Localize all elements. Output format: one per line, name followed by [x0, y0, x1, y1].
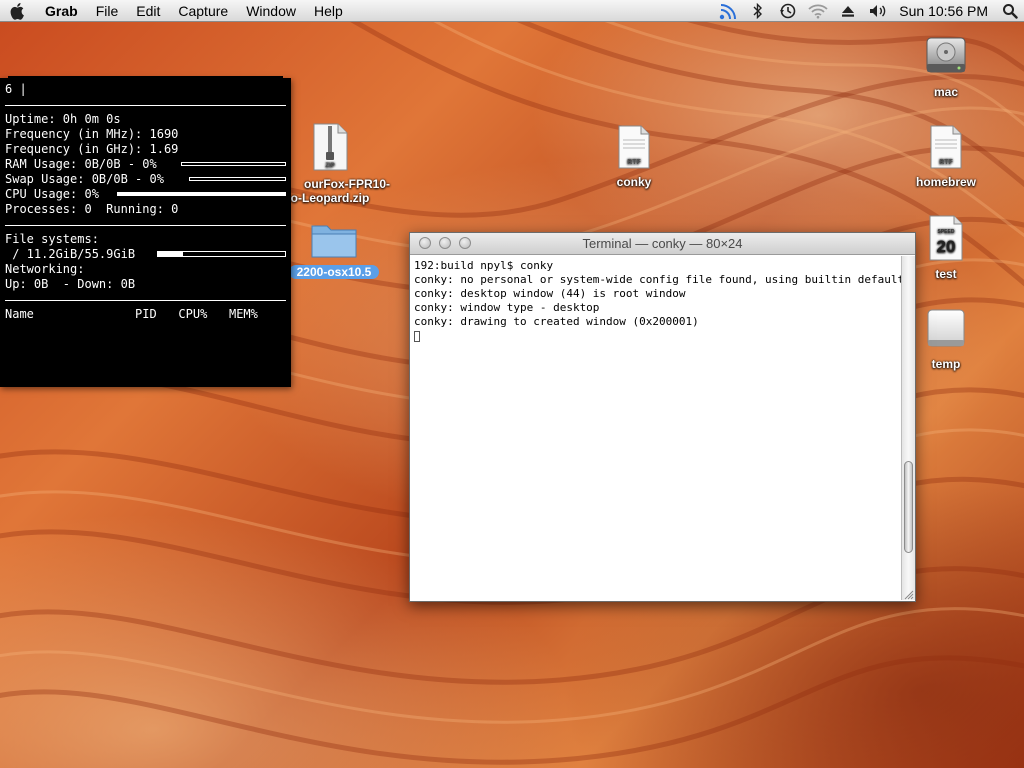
scrollbar-thumb[interactable]	[904, 461, 913, 553]
desktop: Grab File Edit Capture Window Help Sun 1…	[0, 0, 1024, 768]
conky-network-usage: Up: 0B - Down: 0B	[5, 277, 136, 291]
desktop-icon-label: mac	[933, 85, 959, 99]
desktop-icon-temp-drive[interactable]: temp	[906, 306, 986, 371]
conky-ram-usage: RAM Usage: 0B/0B - 0%	[5, 157, 157, 171]
menu-help[interactable]: Help	[305, 0, 352, 22]
terminal-line: 192:build npyl$ conky	[414, 259, 554, 272]
menu-app-grab[interactable]: Grab	[36, 0, 87, 22]
desktop-icon-homebrew-rtf[interactable]: RTF homebrew	[906, 124, 986, 189]
conky-cpu-usage: CPU Usage: 0%	[5, 187, 99, 201]
terminal-line: conky: desktop window (44) is root windo…	[414, 287, 686, 300]
external-drive-icon	[927, 309, 965, 347]
apple-menu-icon[interactable]	[0, 2, 36, 20]
resize-grip-icon[interactable]	[903, 589, 914, 600]
conky-uptime: Uptime: 0h 0m 0s	[5, 112, 121, 126]
terminal-line: conky: no personal or system-wide config…	[414, 273, 905, 286]
desktop-icon-folder[interactable]: 2200-osx10.5	[284, 220, 384, 279]
conky-swap-bar	[189, 177, 286, 181]
desktop-icon-label: 2200-osx10.5	[288, 265, 380, 279]
menu-edit[interactable]: Edit	[127, 0, 169, 22]
time-machine-icon[interactable]	[773, 0, 803, 22]
conky-swap-usage: Swap Usage: 0B/0B - 0%	[5, 172, 164, 186]
menu-window[interactable]: Window	[237, 0, 305, 22]
terminal-scrollbar[interactable]	[901, 256, 915, 600]
wifi-icon[interactable]	[803, 0, 833, 22]
desktop-icon-label: temp	[931, 357, 961, 371]
conky-divider	[5, 105, 286, 106]
rtf-document-icon: RTF	[930, 125, 962, 169]
conky-divider	[5, 225, 286, 226]
menu-bar: Grab File Edit Capture Window Help Sun 1…	[0, 0, 1024, 22]
bluetooth-icon[interactable]	[743, 0, 773, 22]
conky-frequency-ghz: Frequency (in GHz): 1.69	[5, 142, 179, 156]
volume-icon[interactable]	[863, 0, 893, 22]
desktop-icon-conky-rtf[interactable]: RTF conky	[594, 124, 674, 189]
conky-ram-bar	[181, 162, 286, 166]
desktop-icon-label: homebrew	[915, 175, 976, 189]
terminal-line: conky: window type - desktop	[414, 301, 600, 314]
conky-divider	[5, 300, 286, 301]
menu-capture[interactable]: Capture	[169, 0, 237, 22]
terminal-window[interactable]: Terminal — conky — 80×24 192:build npyl$…	[409, 232, 916, 602]
spotlight-icon[interactable]	[996, 0, 1024, 22]
speed-document-icon: SPEED 20	[929, 215, 963, 261]
svg-text:RTF: RTF	[939, 159, 953, 166]
folder-icon	[311, 225, 357, 258]
terminal-output[interactable]: 192:build npyl$ conky conky: no personal…	[414, 259, 905, 595]
menu-clock[interactable]: Sun 10:56 PM	[893, 3, 996, 19]
zip-file-icon: ZIP	[313, 123, 348, 171]
svg-text:SPEED: SPEED	[938, 229, 955, 235]
conky-window[interactable]: 6 | Uptime: 0h 0m 0s Frequency (in MHz):…	[0, 78, 291, 387]
desktop-icon-mac-drive[interactable]: mac	[906, 32, 986, 99]
terminal-titlebar[interactable]: Terminal — conky — 80×24	[410, 233, 915, 255]
desktop-icon-label: test	[935, 267, 957, 281]
svg-text:RTF: RTF	[627, 159, 641, 166]
desktop-icon-test[interactable]: SPEED 20 test	[906, 214, 986, 281]
conky-fs-root: / 11.2GiB/55.9GiB	[5, 247, 136, 261]
rtf-document-icon: RTF	[618, 125, 650, 169]
text-cursor	[414, 330, 420, 342]
conky-frequency-mhz: Frequency (in MHz): 1690	[5, 127, 179, 141]
conky-filesystems-title: File systems:	[5, 232, 99, 246]
conky-header: 6 |	[5, 82, 27, 96]
network-activity-icon[interactable]	[713, 0, 743, 22]
hard-drive-icon	[926, 37, 966, 73]
svg-text:20: 20	[937, 237, 956, 256]
conky-networking-title: Networking:	[5, 262, 85, 276]
eject-icon[interactable]	[833, 0, 863, 22]
desktop-icon-label: conky	[616, 175, 652, 189]
svg-text:ZIP: ZIP	[325, 163, 334, 169]
conky-cpu-bar	[117, 192, 286, 196]
menu-file[interactable]: File	[87, 0, 128, 22]
terminal-line: conky: drawing to created window (0x2000…	[414, 315, 699, 328]
terminal-prompt-line	[414, 329, 900, 343]
conky-processes: Processes: 0 Running: 0	[5, 202, 179, 216]
terminal-title: Terminal — conky — 80×24	[582, 236, 743, 251]
conky-process-table-header: Name PID CPU% MEM%	[5, 307, 258, 321]
conky-fs-bar	[157, 251, 286, 257]
